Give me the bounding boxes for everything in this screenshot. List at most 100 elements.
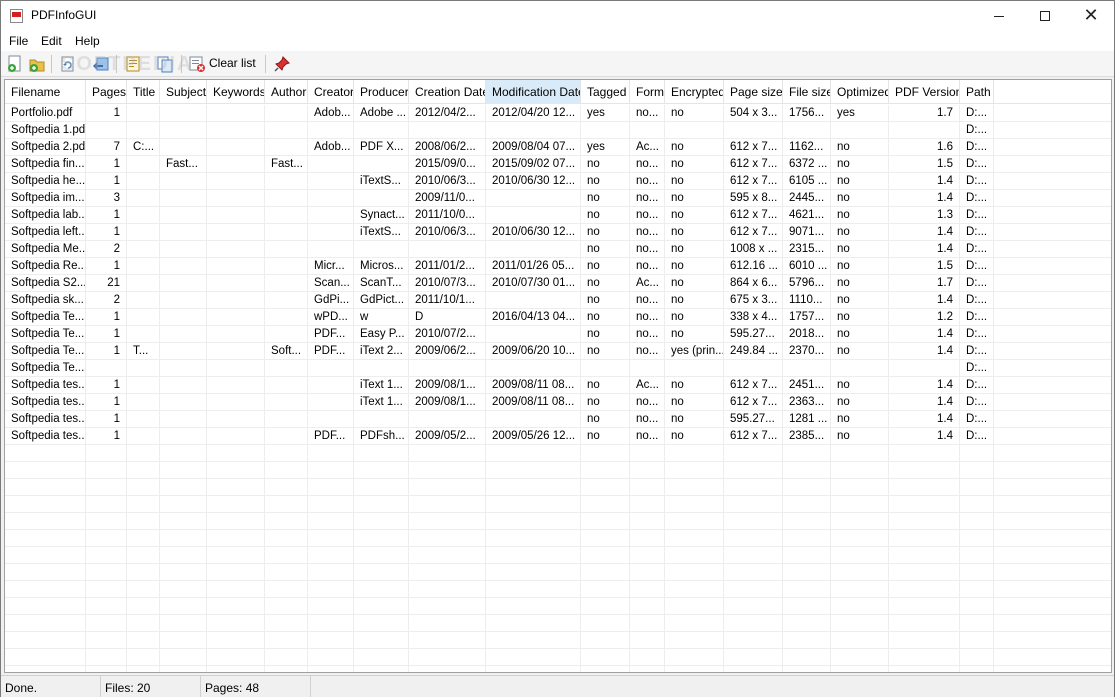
empty-cell (960, 581, 994, 598)
table-cell: D:... (960, 377, 994, 394)
table-cell (665, 122, 724, 139)
convert-icon (93, 57, 109, 71)
empty-row (5, 632, 1111, 649)
column-header[interactable]: Form (630, 80, 665, 104)
empty-row (5, 530, 1111, 547)
column-header[interactable]: Tagged (581, 80, 630, 104)
table-cell: 1.4 (889, 343, 960, 360)
add-folder-button[interactable] (27, 54, 47, 74)
table-cell: 1.4 (889, 292, 960, 309)
menu-file[interactable]: File (9, 34, 28, 48)
table-row[interactable]: Softpedia Te... 1 T... Soft... PDF... iText 2… (5, 343, 1111, 360)
add-file-button[interactable] (5, 54, 25, 74)
empty-cell (630, 547, 665, 564)
menu-bar: File Edit Help (1, 31, 1114, 51)
refresh-button[interactable] (57, 54, 77, 74)
column-header[interactable]: File size (783, 80, 831, 104)
table-row[interactable]: Softpedia Te... D:... (5, 360, 1111, 377)
clear-list-label[interactable]: Clear list (209, 56, 256, 70)
file-list-grid[interactable]: Filename Pages Title Subject Keywords Author C… (4, 79, 1112, 673)
export-button[interactable] (123, 54, 143, 74)
column-header[interactable]: Keywords (207, 80, 265, 104)
table-row[interactable]: Softpedia 1.pdf D:... (5, 122, 1111, 139)
column-header[interactable]: Author (265, 80, 308, 104)
table-cell (160, 241, 207, 258)
empty-row (5, 564, 1111, 581)
empty-cell (127, 598, 160, 615)
table-cell: 2009/08/1... (409, 377, 486, 394)
table-cell: D:... (960, 343, 994, 360)
menu-edit[interactable]: Edit (41, 34, 62, 48)
table-cell: w (354, 309, 409, 326)
table-row[interactable]: Softpedia tes... 1 iText 1... 2009/08/1... 2… (5, 394, 1111, 411)
table-cell: Adob... (308, 139, 354, 156)
table-cell (354, 156, 409, 173)
table-row[interactable]: Softpedia 2.pdf 7 C:... Adob... PDF X... 2008… (5, 139, 1111, 156)
close-button[interactable]: ✕ (1068, 1, 1114, 31)
table-row[interactable]: Softpedia im... 3 2009/11/0... no no... no 595… (5, 190, 1111, 207)
table-row[interactable]: Softpedia tes... 1 no no... no 595.27... 1281 … (5, 411, 1111, 428)
table-row[interactable]: Softpedia lab... 1 Synact... 2011/10/0... no… (5, 207, 1111, 224)
table-cell (160, 360, 207, 377)
table-cell: Softpedia 2.pdf (5, 139, 86, 156)
table-cell: 2011/10/0... (409, 207, 486, 224)
column-header[interactable]: Creator (308, 80, 354, 104)
pin-button[interactable] (272, 54, 292, 74)
empty-cell (308, 445, 354, 462)
table-cell (160, 207, 207, 224)
clear-list-button[interactable] (187, 54, 207, 74)
empty-cell (960, 530, 994, 547)
empty-cell (207, 666, 265, 672)
table-row[interactable]: Softpedia Te... 1 PDF... Easy P... 2010/07/2… (5, 326, 1111, 343)
empty-cell (160, 462, 207, 479)
empty-cell (265, 462, 308, 479)
empty-cell (724, 496, 783, 513)
table-row[interactable]: Softpedia he... 1 iTextS... 2010/06/3... 201… (5, 173, 1111, 190)
column-header[interactable]: Producer (354, 80, 409, 104)
table-cell: no (831, 428, 889, 445)
table-cell: 612.16 ... (724, 258, 783, 275)
table-cell: 1757... (783, 309, 831, 326)
maximize-button[interactable] (1022, 1, 1068, 31)
column-header[interactable]: PDF Version (889, 80, 960, 104)
table-row[interactable]: Softpedia tes... 1 iText 1... 2009/08/1... 2… (5, 377, 1111, 394)
table-cell: PDF... (308, 326, 354, 343)
column-header[interactable]: Subject (160, 80, 207, 104)
column-header[interactable]: Modification Date (486, 80, 581, 104)
table-row[interactable]: Softpedia S2... 21 Scan... ScanT... 2010/07/… (5, 275, 1111, 292)
table-row[interactable]: Softpedia sk... 2 GdPi... GdPict... 2011/10/… (5, 292, 1111, 309)
table-row[interactable]: Softpedia fin... 1 Fast... Fast... 2015/09/0… (5, 156, 1111, 173)
table-cell: PDFsh... (354, 428, 409, 445)
column-header[interactable]: Filename (5, 80, 86, 104)
table-cell (486, 360, 581, 377)
copy-button[interactable] (155, 54, 175, 74)
table-cell: no (581, 292, 630, 309)
table-row[interactable]: Softpedia Te... 1 wPD... w D 2016/04/13 04...… (5, 309, 1111, 326)
column-header[interactable]: Creation Date (409, 80, 486, 104)
column-header[interactable]: Optimized (831, 80, 889, 104)
table-row[interactable]: Softpedia left... 1 iTextS... 2010/06/3... 2… (5, 224, 1111, 241)
column-header[interactable]: Pages (86, 80, 127, 104)
column-header[interactable]: Encrypted (665, 80, 724, 104)
convert-button[interactable] (91, 54, 111, 74)
empty-cell (889, 632, 960, 649)
table-cell: no (581, 326, 630, 343)
minimize-button[interactable] (976, 1, 1022, 31)
table-cell: no (665, 428, 724, 445)
empty-cell (160, 445, 207, 462)
table-row[interactable]: Softpedia Me... 2 no no... no 1008 x ... 2315.… (5, 241, 1111, 258)
column-header[interactable]: Page size (724, 80, 783, 104)
table-cell (127, 394, 160, 411)
empty-cell (960, 632, 994, 649)
menu-help[interactable]: Help (75, 34, 100, 48)
column-header[interactable]: Path (960, 80, 994, 104)
table-cell: no (665, 207, 724, 224)
table-cell (207, 275, 265, 292)
table-row[interactable]: Portfolio.pdf 1 Adob... Adobe ... 2012/04/2.… (5, 105, 1111, 122)
column-header[interactable]: Title (127, 80, 160, 104)
table-row[interactable]: Softpedia Re... 1 Micr... Micros... 2011/01/… (5, 258, 1111, 275)
table-row[interactable]: Softpedia tes... 1 PDF... PDFsh... 2009/05/2… (5, 428, 1111, 445)
table-cell: no... (630, 292, 665, 309)
toolbar-separator (181, 55, 182, 73)
table-cell (409, 360, 486, 377)
